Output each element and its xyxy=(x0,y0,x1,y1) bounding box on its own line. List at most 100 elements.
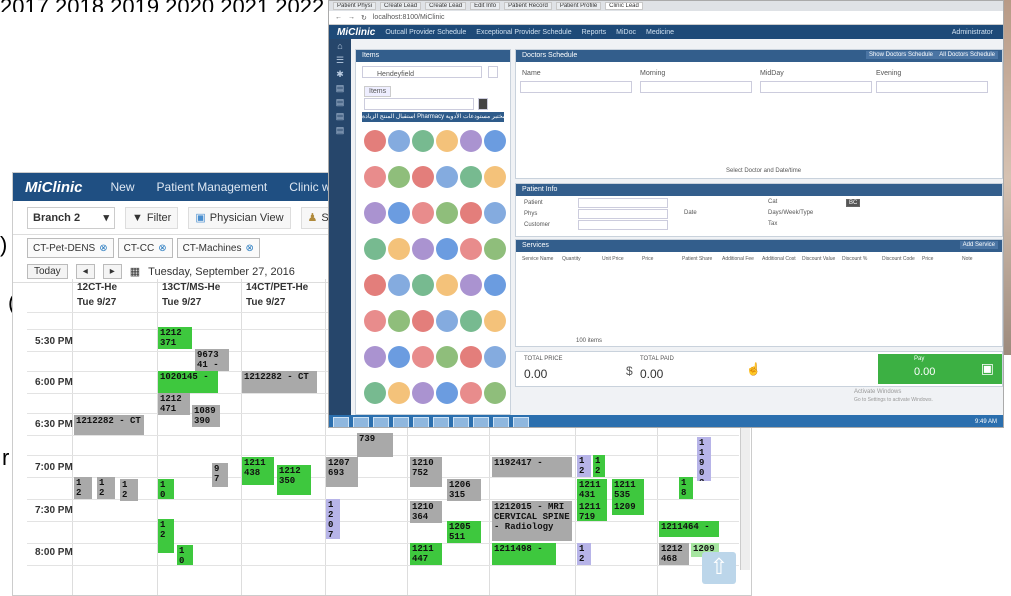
appointment[interactable]: 1212 471 xyxy=(158,393,190,415)
back-icon[interactable]: ← xyxy=(335,14,342,21)
browser-tab-active[interactable]: Clinic Lead xyxy=(605,2,643,10)
category-select[interactable] xyxy=(364,98,474,110)
appointment[interactable]: 1 1 9 0 2 xyxy=(697,437,711,481)
forward-icon[interactable]: → xyxy=(348,14,355,21)
item-icon[interactable] xyxy=(364,166,386,188)
item-icon[interactable] xyxy=(484,166,506,188)
menu-item[interactable]: Medicine xyxy=(646,29,674,36)
home-icon[interactable]: ⌂ xyxy=(329,39,351,53)
address-bar[interactable]: ← → ↻ localhost:8100/MiClinic xyxy=(329,11,1003,25)
scroll-top-button[interactable]: ⇧ xyxy=(702,552,736,584)
taskbar-app-icon[interactable] xyxy=(413,416,429,427)
appointment[interactable]: 1 2 xyxy=(120,479,138,501)
appointment[interactable]: 1209 xyxy=(612,501,644,515)
item-icon[interactable] xyxy=(364,382,386,404)
appointment[interactable]: 1206 315 xyxy=(447,479,481,501)
item-icon[interactable] xyxy=(460,274,482,296)
item-icon[interactable] xyxy=(364,346,386,368)
prev-button[interactable]: ◂ xyxy=(75,264,95,279)
item-icon[interactable] xyxy=(460,166,482,188)
evening-field[interactable] xyxy=(876,81,988,93)
appointment[interactable]: 1212 350 xyxy=(277,465,311,495)
list-icon[interactable]: ☰ xyxy=(329,53,351,67)
doc-icon[interactable]: ▤ xyxy=(329,81,351,95)
appointment[interactable]: 1 0 xyxy=(158,479,174,499)
item-icon[interactable] xyxy=(412,202,434,224)
browser-tab[interactable]: Create Lead xyxy=(425,2,467,10)
item-icon[interactable] xyxy=(460,346,482,368)
appointment[interactable]: 1 2 xyxy=(74,477,92,499)
close-icon[interactable]: ⊗ xyxy=(158,243,166,254)
appointment[interactable]: 1212015 - MRI CERVICAL SPINE - Radiology xyxy=(492,501,572,541)
doc-icon[interactable]: ▤ xyxy=(329,95,351,109)
item-icon[interactable] xyxy=(436,202,458,224)
bc-toggle[interactable]: BC xyxy=(846,199,861,207)
item-icon[interactable] xyxy=(412,382,434,404)
appointment[interactable]: 1192417 - xyxy=(492,457,572,477)
item-icon[interactable] xyxy=(460,310,482,332)
appointment[interactable]: 1 2 xyxy=(158,519,174,553)
item-icon[interactable] xyxy=(484,346,506,368)
customer-field[interactable] xyxy=(578,220,668,230)
appointment[interactable]: 1211464 - xyxy=(659,521,719,537)
appointment[interactable]: 1207 693 xyxy=(326,457,358,487)
appointment[interactable]: 739 xyxy=(357,433,393,457)
name-field[interactable] xyxy=(520,81,632,93)
taskbar-app-icon[interactable] xyxy=(473,416,489,427)
item-icon[interactable] xyxy=(388,166,410,188)
menu-patient-management[interactable]: Patient Management xyxy=(157,180,268,194)
add-service-button[interactable]: Add Service xyxy=(959,241,998,249)
taskbar-app-icon[interactable] xyxy=(353,416,369,427)
appointment[interactable]: 1210 364 xyxy=(410,501,442,523)
tab-ct-pet-dens[interactable]: CT-Pet-DENS ⊗ xyxy=(27,238,114,258)
item-icon[interactable] xyxy=(364,310,386,332)
pager[interactable]: 100 items xyxy=(576,338,602,344)
appointment[interactable]: 1 8 xyxy=(679,477,693,499)
item-icon[interactable] xyxy=(364,202,386,224)
item-icon[interactable] xyxy=(412,310,434,332)
browser-tab[interactable]: Create Lead xyxy=(380,2,422,10)
taskbar-app-icon[interactable] xyxy=(493,416,509,427)
all-schedule-button[interactable]: All Doctors Schedule xyxy=(936,51,998,59)
appointment[interactable]: 1089 390 xyxy=(192,405,220,427)
item-icon[interactable] xyxy=(364,130,386,152)
appointment[interactable]: 1211 719 xyxy=(577,501,607,521)
item-icon[interactable] xyxy=(484,382,506,404)
item-icon[interactable] xyxy=(412,274,434,296)
show-schedule-button[interactable]: Show Doctors Schedule xyxy=(865,51,936,59)
appointment[interactable]: 1 2 1 xyxy=(577,455,591,477)
menu-new[interactable]: New xyxy=(111,180,135,194)
branch-select[interactable]: Branch 2 ▾ xyxy=(27,206,115,229)
item-icon[interactable] xyxy=(484,202,506,224)
item-icon[interactable] xyxy=(412,346,434,368)
item-icon[interactable] xyxy=(388,202,410,224)
item-icon[interactable] xyxy=(484,310,506,332)
menu-item[interactable]: Exceptional Provider Schedule xyxy=(476,29,571,36)
physician-view-button[interactable]: ▣ Physician View xyxy=(188,206,291,229)
appointment[interactable]: 1211498 - xyxy=(492,543,556,565)
taskbar-app-icon[interactable] xyxy=(373,416,389,427)
appointment[interactable]: 1211 535 xyxy=(612,479,644,501)
item-icon[interactable] xyxy=(388,382,410,404)
item-icon[interactable] xyxy=(412,238,434,260)
item-icon[interactable] xyxy=(364,274,386,296)
item-icon[interactable] xyxy=(436,238,458,260)
doc-icon[interactable]: ▤ xyxy=(329,123,351,137)
category-bar[interactable]: استقبال المنتج الزيادة Pharmacy المختبر … xyxy=(362,112,504,122)
item-icon[interactable] xyxy=(388,310,410,332)
search-input[interactable]: Hendeyfield xyxy=(362,66,482,78)
appointment[interactable]: 1020145 - xyxy=(158,371,218,393)
item-icon[interactable] xyxy=(484,130,506,152)
settings-button[interactable] xyxy=(478,98,488,110)
calendar-icon[interactable]: ▦ xyxy=(130,265,140,278)
menu-item[interactable]: Reports xyxy=(582,29,607,36)
today-button[interactable]: Today xyxy=(27,264,68,279)
doc-icon[interactable]: ▤ xyxy=(329,109,351,123)
item-icon[interactable] xyxy=(388,346,410,368)
item-icon[interactable] xyxy=(460,382,482,404)
search-button[interactable] xyxy=(488,66,498,78)
url-text[interactable]: localhost:8100/MiClinic xyxy=(373,14,445,21)
item-icon[interactable] xyxy=(436,274,458,296)
start-icon[interactable] xyxy=(333,416,349,427)
midday-field[interactable] xyxy=(760,81,872,93)
